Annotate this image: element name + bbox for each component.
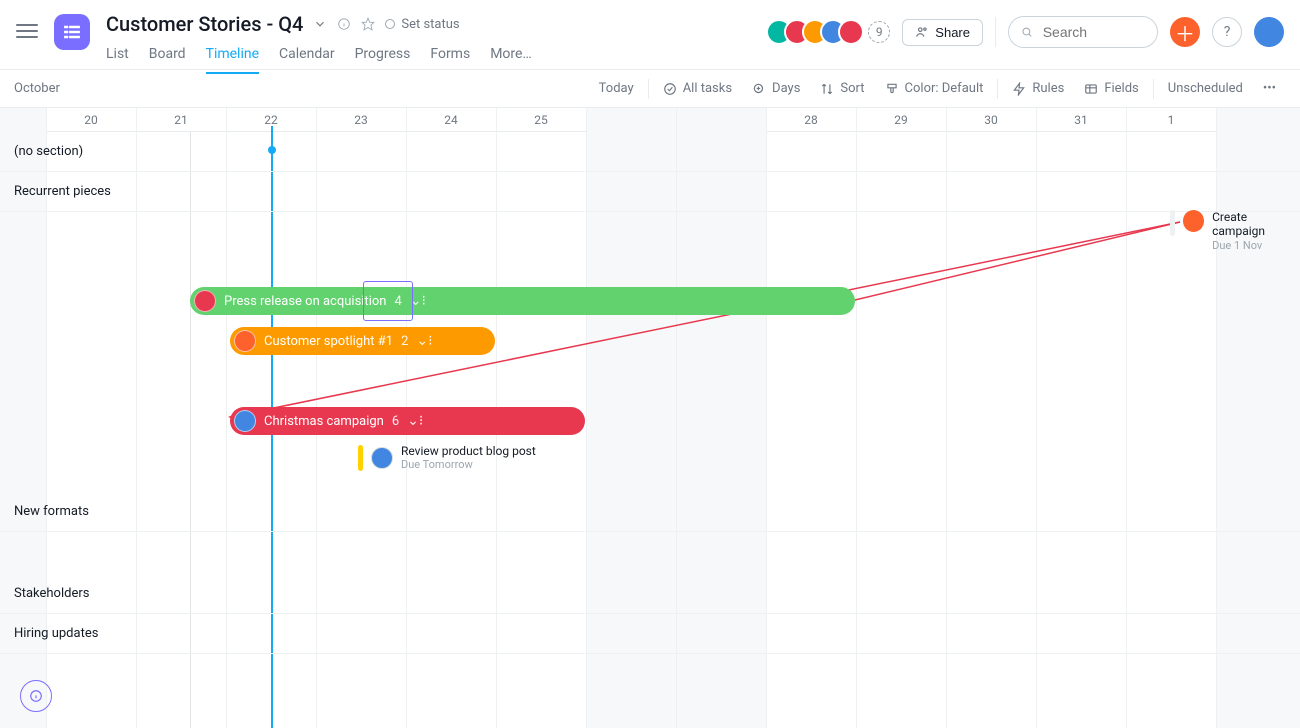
assignee-avatar [194,290,216,312]
help-bubble[interactable] [20,680,52,712]
milestone-marker [1170,210,1175,236]
set-status-button[interactable]: Set status [385,17,459,32]
avatar[interactable] [838,19,864,45]
today-button[interactable]: Today [589,81,644,96]
section-header[interactable]: (no section) [0,132,1300,172]
task-due: Due 1 Nov [1212,239,1300,252]
task-title: Christmas campaign [264,414,384,429]
search-icon [1021,25,1033,39]
chevron-down-icon[interactable] [313,17,327,31]
subtask-icon: ⌄⁝ [410,293,426,309]
star-icon[interactable] [361,17,375,31]
unscheduled-button[interactable]: Unscheduled [1158,81,1253,96]
more-actions-button[interactable]: ••• [1253,81,1286,96]
member-avatars[interactable]: 9 [774,19,890,45]
member-count-extra[interactable]: 9 [868,21,890,43]
tab-board[interactable]: Board [149,46,186,74]
task-bar-customer-spotlight[interactable]: Customer spotlight #1 2 ⌄⁝ [230,327,495,355]
task-chip-review-blog[interactable]: Review product blog post Due Tomorrow [358,444,536,471]
section-header[interactable]: Recurrent pieces [0,172,1300,212]
assignee-avatar [234,330,256,352]
task-milestone-create-campaign[interactable]: Create campaign Due 1 Nov [1170,210,1300,252]
fields-icon [1084,82,1098,96]
bolt-icon [1012,82,1026,96]
paint-icon [885,82,899,96]
task-title: Review product blog post [401,444,536,458]
task-title: Create campaign [1212,210,1300,239]
zoom-dates[interactable]: Days [742,81,810,96]
menu-toggle[interactable] [16,20,38,42]
subtask-count: 4 [394,294,401,309]
ellipsis-icon: ••• [1263,81,1276,96]
dependency-lines [0,212,1300,492]
help-button[interactable]: ? [1212,17,1242,47]
tab-calendar[interactable]: Calendar [279,46,335,74]
share-label: Share [935,25,970,40]
section-header[interactable]: New formats [0,492,1300,532]
search-box[interactable] [1008,16,1158,48]
tab-timeline[interactable]: Timeline [206,46,259,74]
subtask-icon: ⌄⁝ [407,413,423,429]
set-status-label: Set status [401,17,459,32]
subtask-icon: ⌄⁝ [416,333,432,349]
search-input[interactable] [1041,23,1145,41]
timeline-canvas[interactable]: 9 20 21 22 23 24 25 26 27 28 29 30 31 1 … [0,108,1300,728]
assignee-avatar [371,447,393,469]
month-label: October [14,81,60,96]
task-due: Due Tomorrow [401,458,536,471]
color-button[interactable]: Color: Default [875,81,994,96]
global-add-button[interactable]: ＋ [1170,17,1200,47]
project-title[interactable]: Customer Stories - Q4 [106,12,303,36]
section-header[interactable]: Stakeholders [0,574,1300,614]
people-icon [915,25,929,39]
status-dot-icon [385,19,395,29]
task-title: Press release on acquisition [224,294,386,309]
rules-button[interactable]: Rules [1002,81,1074,96]
project-tabs: List Board Timeline Calendar Progress Fo… [106,46,532,74]
sort-button[interactable]: Sort [810,81,874,96]
assignee-avatar [1183,210,1204,232]
info-icon [29,689,43,703]
filter-all-tasks[interactable]: All tasks [653,81,742,96]
task-bar-press-release[interactable]: Press release on acquisition 4 ⌄⁝ [190,287,855,315]
task-title: Customer spotlight #1 [264,334,393,349]
fields-button[interactable]: Fields [1074,81,1148,96]
project-icon[interactable] [54,14,90,50]
assignee-avatar [234,410,256,432]
chip-marker [358,445,363,471]
share-button[interactable]: Share [902,19,983,46]
list-icon [62,22,82,42]
tab-more[interactable]: More… [490,46,532,74]
tab-list[interactable]: List [106,46,129,74]
zoom-icon [752,82,766,96]
tab-forms[interactable]: Forms [430,46,470,74]
current-user-avatar[interactable] [1254,17,1284,47]
tab-progress[interactable]: Progress [355,46,411,74]
sort-icon [820,82,834,96]
check-circle-icon [663,82,677,96]
task-bar-christmas[interactable]: Christmas campaign 6 ⌄⁝ [230,407,585,435]
section-header[interactable]: Hiring updates [0,614,1300,654]
info-icon[interactable] [337,17,351,31]
subtask-count: 6 [392,414,399,429]
divider [995,17,996,47]
subtask-count: 2 [401,334,408,349]
